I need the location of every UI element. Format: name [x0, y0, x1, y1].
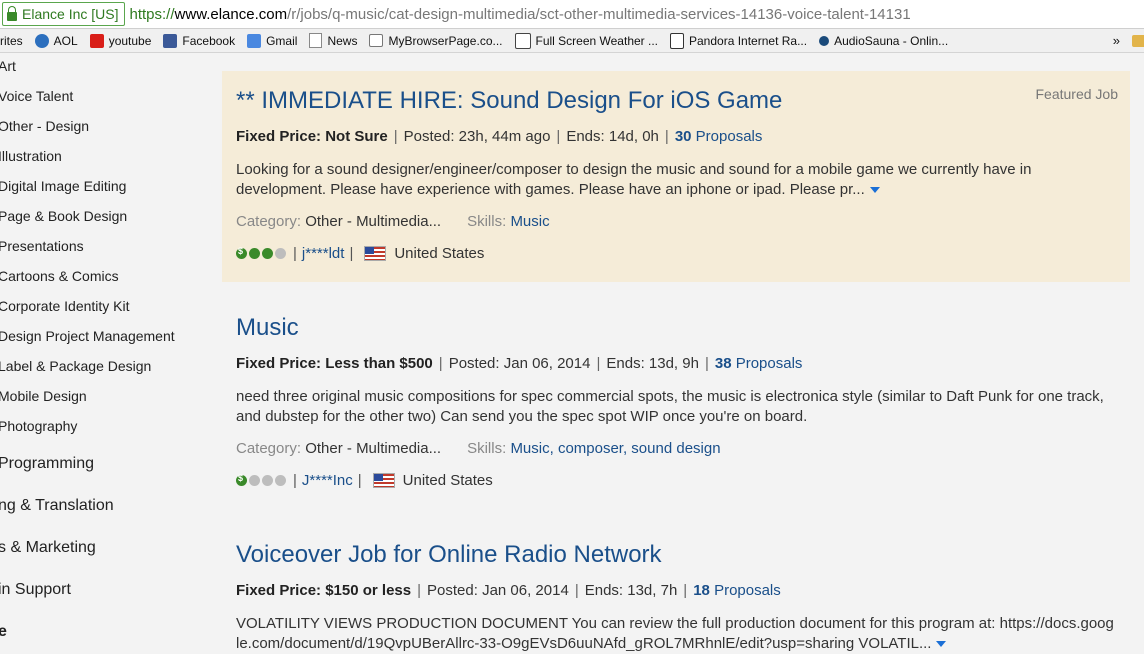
bookmark-gmail[interactable]: Gmail [247, 33, 297, 48]
bookmark-pandora[interactable]: Pandora Internet Ra... [670, 32, 807, 49]
audiosauna-icon [819, 35, 830, 46]
youtube-icon [89, 33, 104, 48]
client-username-link[interactable]: j****ldt [302, 245, 345, 262]
category-value: Other - Multimedia... [305, 213, 442, 230]
sidebar-item-art[interactable]: Art [0, 58, 16, 74]
bookmark-audiosauna[interactable]: AudioSauna - Onlin... [819, 34, 948, 48]
security-label: Elance Inc [US] [22, 6, 119, 22]
bookmark-news[interactable]: News [309, 33, 357, 48]
sidebar-item-digital-image-editing[interactable]: Digital Image Editing [0, 178, 126, 194]
google-icon [247, 33, 262, 48]
sidebar-item-mobile-design[interactable]: Mobile Design [0, 388, 87, 404]
us-flag-icon [364, 246, 387, 261]
rating-dot-icon [275, 248, 286, 259]
pandora-icon [670, 32, 684, 49]
job-title-link[interactable]: ** IMMEDIATE HIRE: Sound Design For iOS … [236, 87, 782, 115]
expand-description-icon[interactable] [869, 187, 880, 194]
facebook-icon [163, 33, 178, 48]
category-sidebar: Art Voice Talent Other - Design Illustra… [0, 53, 210, 651]
bookmark-favorites[interactable]: rites [0, 34, 23, 48]
url-host: www.elance.com [174, 5, 288, 23]
bookmark-weather[interactable]: Full Screen Weather ... [514, 32, 658, 49]
home-icon [369, 34, 384, 47]
job-listing: Music Fixed Price: Less than $500 | Posted… [222, 298, 1130, 508]
sidebar-item-presentations[interactable]: Presentations [0, 238, 84, 254]
url-text[interactable]: https://www.elance.com/r/jobs/q-music/ca… [130, 6, 911, 23]
proposals-link[interactable]: 30 Proposals [675, 128, 763, 145]
job-category-skills: Category: Other - Multimedia... Skills: M… [236, 213, 550, 230]
sidebar-section-more[interactable]: e [0, 623, 7, 641]
sidebar-item-illustration[interactable]: Illustration [0, 148, 62, 164]
proposals-link[interactable]: 18 Proposals [693, 582, 781, 599]
sidebar-section-writing-translation[interactable]: ng & Translation [0, 497, 114, 515]
skills-links[interactable]: Music, composer, sound design [510, 440, 720, 457]
job-meta: Fixed Price: Not Sure | Posted: 23h, 44m a… [236, 128, 763, 145]
sidebar-item-photography[interactable]: Photography [0, 418, 77, 434]
rating-dollar-icon [236, 473, 247, 486]
bookmark-facebook[interactable]: Facebook [163, 33, 235, 48]
client-info: |j****ldt| United States [236, 245, 484, 262]
bookmark-aol[interactable]: AOL [34, 33, 78, 48]
job-description: VOLATILITY VIEWS PRODUCTION DOCUMENT You… [236, 615, 1114, 652]
category-value: Other - Multimedia... [305, 440, 442, 457]
sidebar-item-voice-talent[interactable]: Voice Talent [0, 88, 73, 104]
bookmark-mybrowserpage[interactable]: MyBrowserPage.co... [369, 34, 503, 48]
bookmarks-bar: rites AOL youtube Facebook Gmail News My… [0, 29, 1144, 53]
featured-badge: Featured Job [1035, 86, 1119, 102]
job-meta: Fixed Price: $150 or less | Posted: Jan 06… [236, 582, 781, 599]
rating-dot-icon [262, 248, 273, 259]
sidebar-item-page-book-design[interactable]: Page & Book Design [0, 208, 127, 224]
sidebar-item-other-design[interactable]: Other - Design [0, 118, 89, 134]
expand-description-icon[interactable] [936, 641, 947, 648]
job-description: Looking for a sound designer/engineer/co… [236, 161, 1032, 198]
job-title-link[interactable]: Music [236, 314, 299, 342]
url-scheme: https:// [129, 5, 175, 23]
sidebar-item-cartoons-comics[interactable]: Cartoons & Comics [0, 268, 119, 284]
client-username-link[interactable]: J****Inc [302, 472, 353, 489]
rating-dot-icon [249, 248, 260, 259]
aol-icon [34, 33, 49, 48]
rating-dot-icon [275, 475, 286, 486]
us-flag-icon [372, 473, 395, 488]
job-meta: Fixed Price: Less than $500 | Posted: Jan … [236, 355, 803, 372]
weather-icon [514, 32, 531, 49]
bookmark-youtube[interactable]: youtube [89, 33, 151, 48]
folder-icon[interactable] [1132, 34, 1144, 47]
job-listing-featured: ** IMMEDIATE HIRE: Sound Design For iOS … [222, 71, 1130, 282]
sidebar-section-sales-marketing[interactable]: s & Marketing [0, 539, 96, 557]
page-icon [309, 33, 323, 48]
sidebar-item-corporate-identity-kit[interactable]: Corporate Identity Kit [0, 298, 130, 314]
sidebar-item-label-package-design[interactable]: Label & Package Design [0, 358, 151, 374]
rating-dot-icon [262, 475, 273, 486]
sidebar-section-programming[interactable]: Programming [0, 455, 94, 473]
rating-dollar-icon [236, 246, 247, 259]
job-category-skills: Category: Other - Multimedia... Skills: M… [236, 440, 721, 457]
address-bar[interactable]: Elance Inc [US] https://www.elance.com/r… [0, 0, 1144, 29]
skills-links[interactable]: Music [510, 213, 549, 230]
url-path: /r/jobs/q-music/cat-design-multimedia/sc… [287, 5, 911, 23]
job-listing: Voiceover Job for Online Radio Network F… [222, 525, 1130, 652]
bookmarks-overflow-button[interactable]: » [1113, 33, 1120, 48]
client-info: |J****Inc| United States [236, 472, 493, 489]
job-title-link[interactable]: Voiceover Job for Online Radio Network [236, 541, 662, 569]
security-indicator[interactable]: Elance Inc [US] [2, 2, 125, 26]
sidebar-item-design-project-management[interactable]: Design Project Management [0, 328, 175, 344]
rating-dot-icon [249, 475, 260, 486]
client-country: United States [394, 245, 485, 262]
job-description: need three original music compositions f… [236, 388, 1104, 425]
lock-icon [7, 5, 17, 21]
client-country: United States [402, 472, 493, 489]
sidebar-section-admin-support[interactable]: in Support [0, 581, 71, 599]
proposals-link[interactable]: 38 Proposals [715, 355, 803, 372]
